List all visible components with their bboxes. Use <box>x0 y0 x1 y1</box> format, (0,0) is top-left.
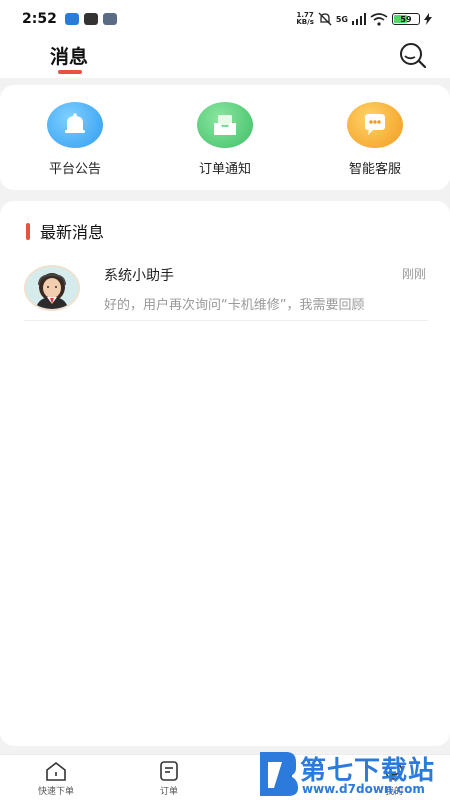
cloud-app-icon <box>64 13 79 25</box>
quick-entry-label: 智能客服 <box>348 162 401 177</box>
wifi-icon <box>370 12 388 26</box>
nav-item-orders[interactable]: 订单 <box>139 761 199 797</box>
section-header: 最新消息 <box>26 219 104 243</box>
tool-app-icon <box>102 13 117 25</box>
chat-bubble-icon <box>347 102 403 148</box>
news-app-icon <box>83 13 98 25</box>
watermark-url: www.d7down.com <box>302 782 425 796</box>
quick-entry-card: 平台公告 订单通知 智能客服 <box>0 85 450 190</box>
message-sender: 系统小助手 <box>104 268 174 284</box>
message-time: 刚刚 <box>401 267 426 281</box>
assistant-avatar <box>24 265 80 311</box>
page-title: 消息 <box>50 46 89 68</box>
message-preview: 好的，用户再次询问“卡机维修”，我需要回顾 <box>104 298 365 313</box>
signal-label: 5G <box>335 14 348 24</box>
search-button[interactable] <box>398 42 428 70</box>
inbox-icon <box>197 102 253 148</box>
quick-entry-label: 订单通知 <box>198 162 251 177</box>
nav-label: 快速下单 <box>37 787 74 797</box>
charging-bolt-icon <box>424 13 432 25</box>
bell-icon <box>47 102 103 148</box>
battery-level: 59 <box>400 14 412 24</box>
message-list-item[interactable]: 系统小助手 刚刚 好的，用户再次询问“卡机维修”，我需要回顾 <box>24 257 428 321</box>
title-underline <box>58 70 82 74</box>
nav-label: 订单 <box>159 787 178 797</box>
quick-entry-platform-announcement[interactable]: 平台公告 <box>15 102 135 177</box>
quick-entry-smart-service[interactable]: 智能客服 <box>315 102 435 177</box>
status-time: 2:52 <box>22 11 57 27</box>
battery-indicator: 59 <box>392 13 420 25</box>
nav-item-quick-order[interactable]: 快速下单 <box>26 761 86 797</box>
network-speed: 1.77 KB/s <box>296 12 313 26</box>
app-header: 消息 <box>0 38 450 78</box>
order-icon <box>160 761 178 781</box>
section-accent-bar <box>26 222 30 240</box>
quick-entry-order-notification[interactable]: 订单通知 <box>165 102 285 177</box>
section-title: 最新消息 <box>40 223 105 242</box>
signal-bars-icon <box>352 13 366 25</box>
quick-entry-label: 平台公告 <box>48 162 101 177</box>
status-bar: 2:52 1.77 KB/s 5G 59 <box>0 0 450 38</box>
mute-bell-icon <box>318 12 332 26</box>
messages-card: 最新消息 系统小助手 刚刚 好的，用户再次询问“卡机维修”，我需要回顾 <box>0 201 450 746</box>
network-speed-unit: KB/s <box>296 18 314 26</box>
status-indicators: 1.77 KB/s 5G 59 <box>296 12 432 26</box>
download-site-watermark: 第七下载站 www.d7down.com <box>256 748 450 800</box>
search-icon <box>400 43 427 69</box>
home-icon <box>46 761 66 781</box>
watermark-logo-icon <box>260 752 298 796</box>
